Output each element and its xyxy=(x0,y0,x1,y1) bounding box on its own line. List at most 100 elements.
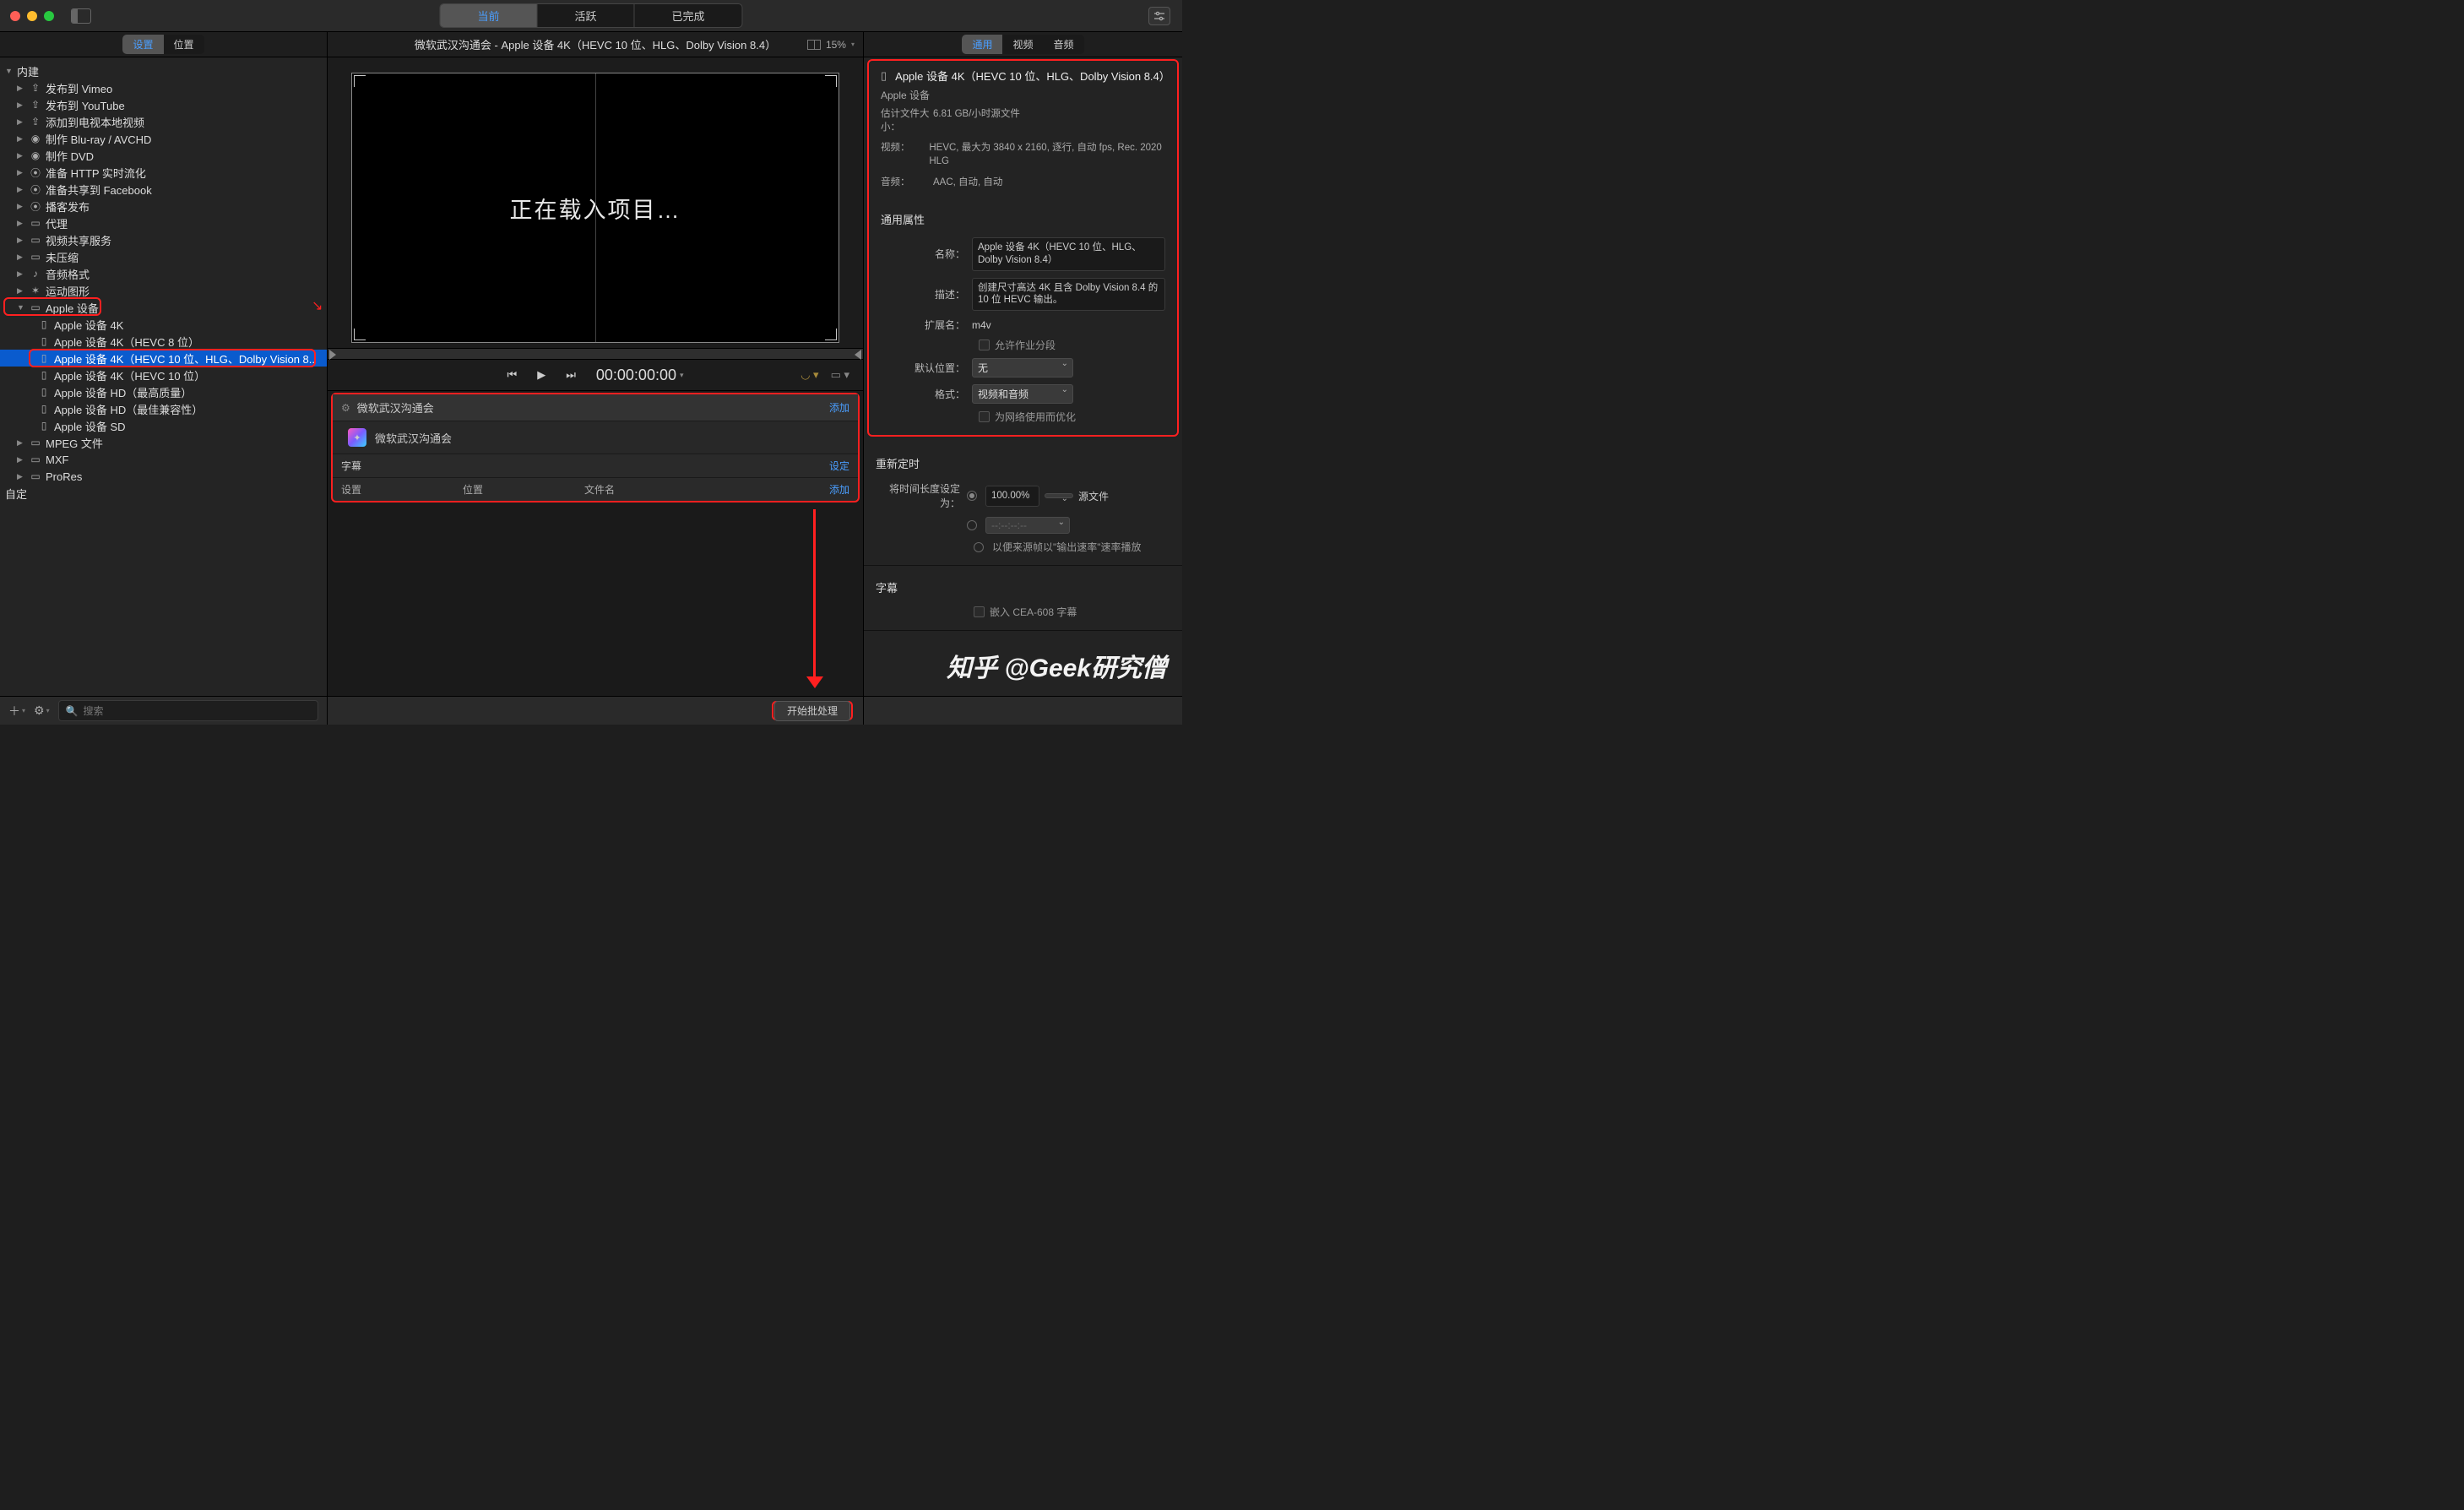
tree-item[interactable]: ▶⦿准备 HTTP 实时流化 xyxy=(0,164,327,181)
globe-icon: ⦿ xyxy=(29,199,42,214)
tree-label: 自定 xyxy=(5,486,27,502)
timecode-value: 00:00:00:00 xyxy=(596,367,676,384)
duration-tc-field[interactable]: --:--:--:-- xyxy=(985,517,1070,534)
audio-spec-label: 音频： xyxy=(881,176,933,189)
tree-label: Apple 设备 HD（最佳兼容性） xyxy=(54,401,203,417)
prev-frame-button[interactable]: ⏮ xyxy=(507,368,517,382)
add-output-link[interactable]: 添加 xyxy=(829,482,849,497)
film-icon: ▭ xyxy=(29,251,42,263)
audio-icon: ♪ xyxy=(29,268,42,280)
zoom-control[interactable]: 15% ▾ xyxy=(807,39,855,51)
tree-item[interactable]: ▶⦿准备共享到 Facebook xyxy=(0,181,327,198)
fullscreen-window-button[interactable] xyxy=(44,11,54,21)
duration-percent-radio[interactable] xyxy=(967,491,977,501)
tree-label: 添加到电视本地视频 xyxy=(46,114,144,130)
tree-item-apple-device[interactable]: ▯Apple 设备 4K（HEVC 10 位） xyxy=(0,367,327,383)
allow-segment-checkbox[interactable] xyxy=(979,339,990,350)
timeline-scrubber[interactable] xyxy=(328,348,863,360)
batch-columns-row: 设置 位置 文件名 添加 xyxy=(333,477,858,501)
desc-field[interactable]: 创建尺寸高达 4K 且含 Dolby Vision 8.4 的 10 位 HEV… xyxy=(972,278,1165,312)
start-batch-button[interactable]: 开始批处理 xyxy=(774,701,850,721)
disclosure-triangle-icon: ▶ xyxy=(17,253,25,262)
tab-location[interactable]: 位置 xyxy=(164,35,204,54)
marker-icon[interactable]: ◡ ▾ xyxy=(801,368,818,382)
tree-item[interactable]: ▶▭MPEG 文件 xyxy=(0,434,327,451)
tab-general[interactable]: 通用 xyxy=(962,35,1002,54)
tab-video[interactable]: 视频 xyxy=(1002,35,1043,54)
gear-icon: ⚙ xyxy=(341,402,350,414)
footer-mid: 开始批处理 xyxy=(328,697,864,725)
tree-item[interactable]: ▶◉制作 DVD xyxy=(0,147,327,164)
search-icon: 🔍 xyxy=(66,705,79,717)
device-icon: ▯ xyxy=(37,318,51,330)
tree-item[interactable]: ▶⦿播客发布 xyxy=(0,198,327,215)
minimize-window-button[interactable] xyxy=(27,11,37,21)
duration-percent-field[interactable]: 100.00% xyxy=(985,486,1039,507)
tree-group-apple-devices[interactable]: ▼ ▭ Apple 设备 xyxy=(0,299,327,316)
tree-item[interactable]: ▶♪音频格式 xyxy=(0,265,327,282)
format-select[interactable]: 视频和音频 xyxy=(972,384,1073,404)
embed-cea-label: 嵌入 CEA-608 字幕 xyxy=(990,605,1077,619)
video-spec-label: 视频： xyxy=(881,141,929,168)
tree-item[interactable]: ▶▭视频共享服务 xyxy=(0,231,327,248)
retime-section: 重新定时 将时间长度设定为： 100.00% 源文件 --:--:--:-- 以… xyxy=(864,442,1182,566)
tree-item-apple-device[interactable]: ▯Apple 设备 4K（HEVC 10 位、HLG、Dolby Vision … xyxy=(0,350,327,367)
tree-label: MPEG 文件 xyxy=(46,435,103,451)
transport-bar: ⏮ ▶ ⏭ 00:00:00:00 ▾ ◡ ▾ ▭ ▾ xyxy=(328,360,863,390)
next-frame-button[interactable]: ⏭ xyxy=(566,368,576,382)
device-icon: ▯ xyxy=(37,403,51,415)
batch-job-header[interactable]: ⚙ 微软武汉沟通会 添加 xyxy=(333,394,858,421)
footer-left: ＋▾ ⚙▾ 🔍 搜索 xyxy=(0,697,328,725)
add-button[interactable]: ＋▾ xyxy=(8,703,25,720)
tree-item[interactable]: ▶▭MXF xyxy=(0,451,327,468)
settings-toggle-button[interactable] xyxy=(1148,7,1170,25)
disc-icon: ◉ xyxy=(29,149,42,161)
close-window-button[interactable] xyxy=(10,11,20,21)
tree-item-apple-device[interactable]: ▯Apple 设备 HD（最佳兼容性） xyxy=(0,400,327,417)
segment-active[interactable]: 活跃 xyxy=(537,4,634,27)
name-field[interactable]: Apple 设备 4K（HEVC 10 位、HLG、Dolby Vision 8… xyxy=(972,237,1165,271)
preview-wrap: 正在载入项目… xyxy=(328,57,863,348)
tree-item[interactable]: ▶◉制作 Blu-ray / AVCHD xyxy=(0,130,327,147)
segment-completed[interactable]: 已完成 xyxy=(635,4,742,27)
tree-item-apple-device[interactable]: ▯Apple 设备 HD（最高质量） xyxy=(0,383,327,400)
batch-source-item[interactable]: ✦ 微软武汉沟通会 xyxy=(333,421,858,454)
desc-label: 描述： xyxy=(881,287,972,301)
optimize-network-checkbox[interactable] xyxy=(979,411,990,422)
chat-icon[interactable]: ▭ ▾ xyxy=(831,368,849,382)
add-job-link[interactable]: 添加 xyxy=(829,400,849,415)
tree-item-apple-device[interactable]: ▯Apple 设备 SD xyxy=(0,417,327,434)
tree-label: Apple 设备 4K xyxy=(54,317,123,333)
video-preview: 正在载入项目… xyxy=(351,73,839,343)
action-menu-button[interactable]: ⚙▾ xyxy=(34,703,50,718)
tree-item-apple-device[interactable]: ▯Apple 设备 4K xyxy=(0,316,327,333)
tab-audio[interactable]: 音频 xyxy=(1044,35,1084,54)
duration-tc-radio[interactable] xyxy=(967,520,977,530)
play-button[interactable]: ▶ xyxy=(537,368,545,382)
inspector-subtitle: Apple 设备 xyxy=(869,86,1177,104)
duration-unit-select[interactable] xyxy=(1045,493,1073,498)
toggle-sidebar-button[interactable] xyxy=(71,8,91,24)
tree-label: MXF xyxy=(46,454,68,466)
tree-item[interactable]: ▶✶运动图形 xyxy=(0,282,327,299)
tree-item[interactable]: ▶⇪发布到 Vimeo xyxy=(0,79,327,96)
tree-item[interactable]: ▶▭代理 xyxy=(0,215,327,231)
embed-cea-checkbox[interactable] xyxy=(974,606,985,617)
default-location-select[interactable]: 无 xyxy=(972,358,1073,378)
timecode-display[interactable]: 00:00:00:00 ▾ xyxy=(596,367,684,384)
tree-root-builtin[interactable]: ▼ 内建 xyxy=(0,62,327,79)
subtitle-set-link[interactable]: 设定 xyxy=(829,459,849,473)
share-icon: ⇪ xyxy=(29,99,42,111)
source-frame-radio[interactable] xyxy=(974,542,984,552)
search-input[interactable]: 🔍 搜索 xyxy=(58,700,318,721)
tree-item[interactable]: ▶⇪添加到电视本地视频 xyxy=(0,113,327,130)
tree-item-apple-device[interactable]: ▯Apple 设备 4K（HEVC 8 位） xyxy=(0,333,327,350)
tab-settings[interactable]: 设置 xyxy=(122,35,163,54)
tree-root-custom[interactable]: 自定 xyxy=(0,485,327,502)
tree-item[interactable]: ▶▭ProRes xyxy=(0,468,327,485)
tree-label: 制作 DVD xyxy=(46,148,94,164)
segment-current[interactable]: 当前 xyxy=(440,4,537,27)
tree-item[interactable]: ▶▭未压缩 xyxy=(0,248,327,265)
est-size-value: 6.81 GB/小时源文件 xyxy=(933,107,1020,134)
tree-item[interactable]: ▶⇪发布到 YouTube xyxy=(0,96,327,113)
